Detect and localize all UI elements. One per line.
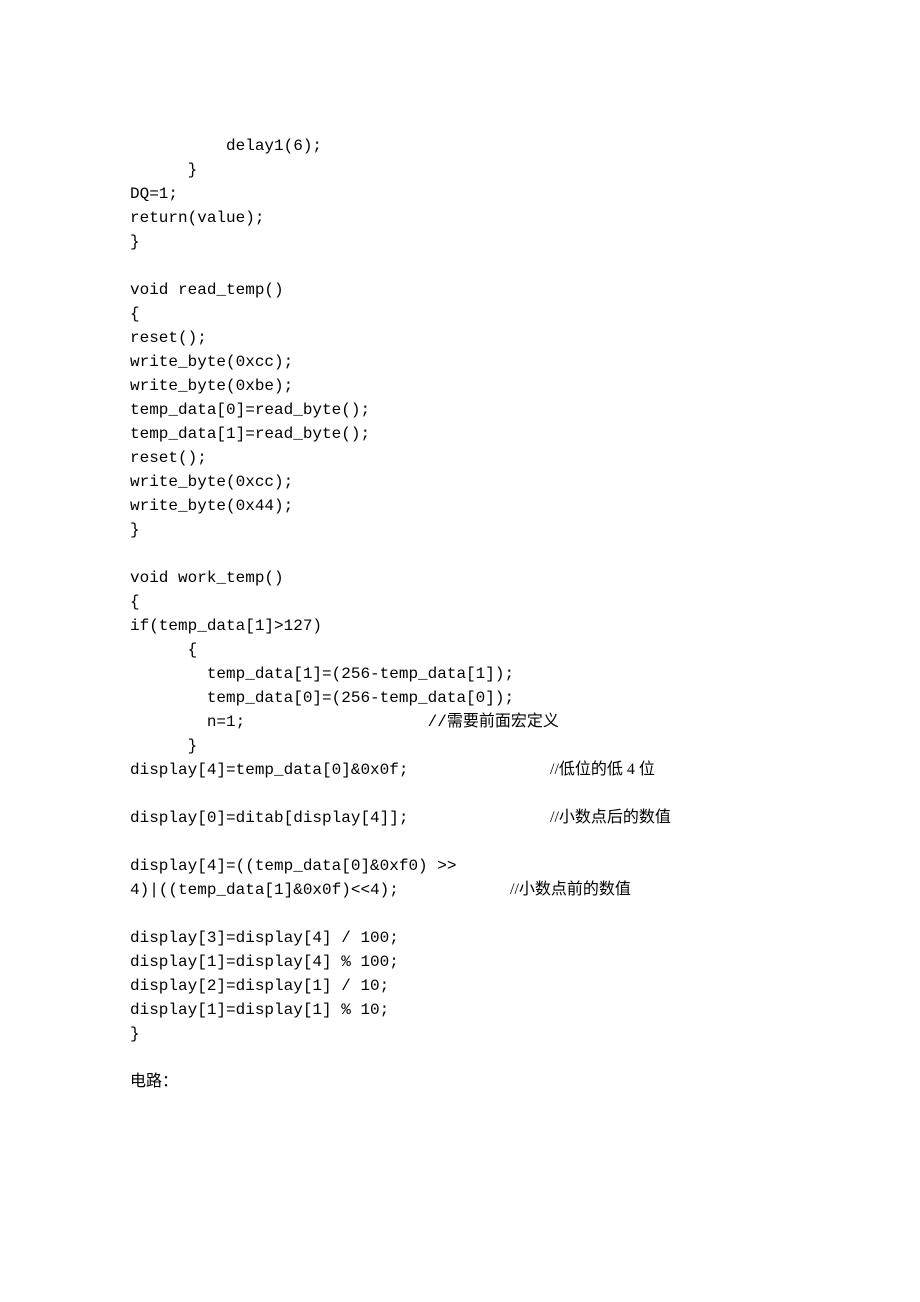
code-line: { [130, 593, 140, 611]
code-line: display[2]=display[1] / 10; [130, 977, 389, 995]
code-line: reset(); [130, 449, 207, 467]
code-line: } [130, 521, 140, 539]
code-line: void work_temp() [130, 569, 284, 587]
code-line: if(temp_data[1]>127) [130, 617, 322, 635]
code-line: temp_data[0]=read_byte(); [130, 401, 370, 419]
code-line: DQ=1; [130, 185, 178, 203]
code-line: temp_data[1]=read_byte(); [130, 425, 370, 443]
code-line: display[3]=display[4] / 100; [130, 929, 399, 947]
code-block: delay1(6); } DQ=1; return(value); } void… [130, 110, 790, 1046]
code-line: display[4]=((temp_data[0]&0xf0) >> [130, 857, 456, 875]
code-line: write_byte(0xcc); [130, 473, 293, 491]
code-line: display[4]=temp_data[0]&0x0f;//低位的低 4 位 [130, 758, 790, 782]
code-line: reset(); [130, 329, 207, 347]
code-line: } [130, 737, 197, 755]
code-line: void read_temp() [130, 281, 284, 299]
code-line: display[1]=display[1] % 10; [130, 1001, 389, 1019]
code-line: delay1(6); [130, 137, 322, 155]
document-page: delay1(6); } DQ=1; return(value); } void… [0, 0, 920, 1154]
code-line: } [130, 233, 140, 251]
code-line: } [130, 161, 197, 179]
section-heading: 电路： [130, 1070, 790, 1094]
code-line: return(value); [130, 209, 264, 227]
code-line: { [130, 641, 197, 659]
code-line: temp_data[0]=(256-temp_data[0]); [130, 689, 514, 707]
code-line: temp_data[1]=(256-temp_data[1]); [130, 665, 514, 683]
code-line: display[1]=display[4] % 100; [130, 953, 399, 971]
code-line: write_byte(0xbe); [130, 377, 293, 395]
code-line: write_byte(0x44); [130, 497, 293, 515]
code-line: 4)|((temp_data[1]&0x0f)<<4);//小数点前的数值 [130, 878, 790, 902]
code-line: n=1; //需要前面宏定义 [130, 713, 559, 731]
code-line: display[0]=ditab[display[4]];//小数点后的数值 [130, 806, 790, 830]
code-line: write_byte(0xcc); [130, 353, 293, 371]
code-line: { [130, 305, 140, 323]
code-line: } [130, 1025, 140, 1043]
